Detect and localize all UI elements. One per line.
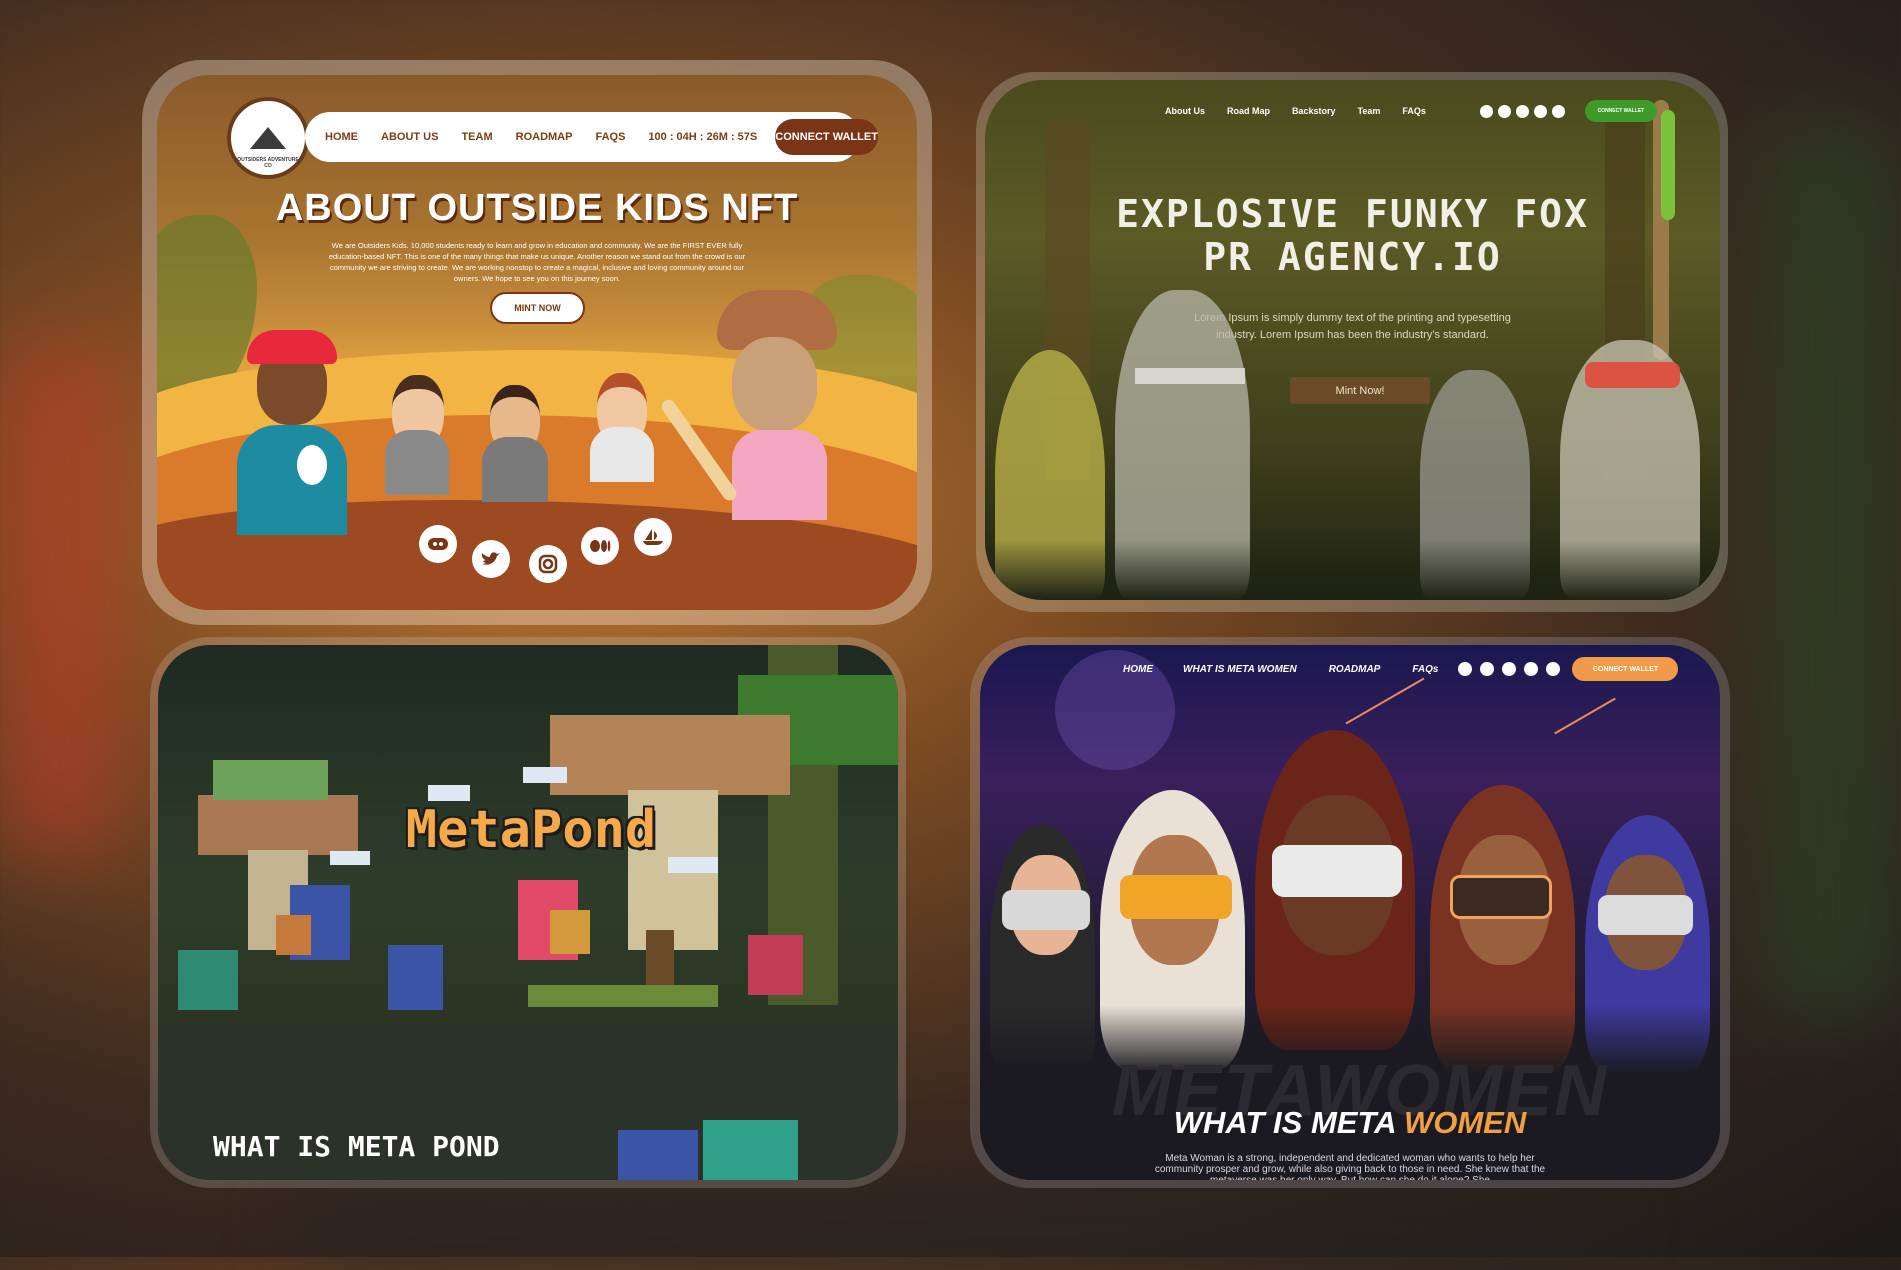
card4-heading: WHAT IS META WOMEN <box>980 1105 1720 1141</box>
card3-heading: WHAT IS META POND <box>213 1130 500 1163</box>
nav-about-us[interactable]: About Us <box>1165 106 1205 116</box>
card1-navbar: HOME ABOUT US TEAM ROADMAP FAQS 100 : 04… <box>305 112 878 162</box>
background-blur-right <box>1760 120 1901 1020</box>
nav-backstory[interactable]: Backstory <box>1292 106 1336 116</box>
vr-visor <box>1002 890 1090 930</box>
nav-faqs[interactable]: FAQs <box>1412 664 1438 675</box>
kid-character-cowgirl <box>732 337 817 432</box>
vr-visor <box>1272 845 1402 897</box>
nav-home[interactable]: HOME <box>325 131 358 143</box>
frog-character-green <box>178 950 238 1010</box>
logo-text: OUTSIDERS ADVENTURE CO <box>237 157 299 169</box>
vr-visor <box>1598 895 1693 935</box>
frog-shell <box>550 910 590 954</box>
twitter-icon[interactable] <box>1497 104 1511 118</box>
cloud <box>523 767 567 783</box>
card2-bottom-fade <box>985 540 1720 600</box>
discord-icon[interactable] <box>1458 662 1473 676</box>
frog-character-pink <box>748 935 803 995</box>
card2-navbar: About Us Road Map Backstory Team FAQs CO… <box>1165 96 1657 126</box>
nav-roadmap[interactable]: ROADMAP <box>516 131 573 143</box>
connect-wallet-button[interactable]: CONNECT WALLET <box>1584 100 1657 122</box>
vr-visor <box>1450 875 1552 919</box>
nav-about-us[interactable]: ABOUT US <box>381 131 438 143</box>
background-blur-bottom <box>300 1190 1600 1270</box>
frog-character-blue <box>618 1130 698 1180</box>
connect-wallet-button[interactable]: CONNECT WALLET <box>1572 657 1679 681</box>
medium-icon[interactable] <box>581 527 619 565</box>
meta-pond-preview: MetaPond WHAT IS META POND <box>158 645 898 1180</box>
explorer-character <box>646 930 674 985</box>
nav-faqs[interactable]: FAQS <box>595 131 625 143</box>
opensea-icon[interactable] <box>634 518 672 556</box>
kid-character-body <box>590 427 654 482</box>
nav-team[interactable]: Team <box>1358 106 1381 116</box>
bunny-toy <box>297 445 327 485</box>
kid-character-body <box>732 430 827 520</box>
card2-body: Lorem Ipsum is simply dummy text of the … <box>1194 312 1511 341</box>
frog-character-blue <box>388 945 443 1010</box>
goggles <box>1585 362 1680 388</box>
discord-icon[interactable] <box>1479 104 1493 118</box>
heading-part-2: WOMEN <box>1403 1105 1527 1140</box>
nav-what-is-meta-women[interactable]: WHAT IS META WOMEN <box>1183 664 1297 675</box>
mushroom-cap <box>550 715 790 795</box>
card1-body: We are Outsiders Kids. 10,000 students r… <box>328 241 746 283</box>
card1-title: ABOUT OUTSIDE KIDS NFT <box>275 187 799 229</box>
heading-part-1: WHAT IS META <box>1173 1105 1396 1140</box>
card2-title-line2: PR AGENCY.IO <box>1203 235 1502 279</box>
instagram-icon[interactable] <box>1502 662 1517 676</box>
frog-character-green <box>703 1120 798 1180</box>
countdown-timer: 100 : 04H : 26M : 57S <box>648 131 758 143</box>
frog-shell <box>276 915 311 955</box>
discord-icon[interactable] <box>419 525 457 563</box>
blindfold <box>1135 368 1245 384</box>
medium-icon[interactable] <box>1546 662 1561 676</box>
twitter-icon[interactable] <box>1480 662 1495 676</box>
metapond-logo: MetaPond <box>405 800 657 860</box>
outsiders-logo[interactable]: OUTSIDERS ADVENTURE CO <box>227 97 309 179</box>
nav-team[interactable]: TEAM <box>461 131 492 143</box>
kid-character-red-cap <box>247 330 337 430</box>
mushroom-cap <box>198 795 358 855</box>
shooting-star <box>1554 697 1616 735</box>
mint-now-button[interactable]: MINT NOW <box>490 292 585 324</box>
background-blur-left <box>0 340 120 860</box>
connect-wallet-button[interactable]: CONNECT WALLET <box>775 119 878 155</box>
boat <box>528 985 718 1007</box>
kid-character-body <box>482 437 548 502</box>
instagram-icon[interactable] <box>1515 104 1529 118</box>
kid-character-body <box>237 425 347 535</box>
nav-road-map[interactable]: Road Map <box>1227 106 1270 116</box>
twitter-icon[interactable] <box>472 540 510 578</box>
card2-title-line1: EXPLOSIVE FUNKY FOX <box>1116 192 1589 236</box>
mint-now-button[interactable]: Mint Now! <box>1290 377 1430 404</box>
nav-roadmap[interactable]: ROADMAP <box>1329 664 1381 675</box>
shooting-star <box>1345 677 1425 725</box>
nav-faqs[interactable]: FAQs <box>1402 106 1426 116</box>
meta-women-preview: HOME WHAT IS META WOMEN ROADMAP FAQs CON… <box>980 645 1720 1180</box>
opensea-icon[interactable] <box>1524 662 1539 676</box>
card4-body: Meta Woman is a strong, independent and … <box>1154 1153 1546 1180</box>
outside-kids-preview: OUTSIDERS ADVENTURE CO HOME ABOUT US TEA… <box>157 75 917 610</box>
kid-character-body <box>385 430 449 495</box>
instagram-icon[interactable] <box>529 545 567 583</box>
opensea-icon[interactable] <box>1533 104 1547 118</box>
nav-home[interactable]: HOME <box>1123 664 1153 675</box>
caterpillar <box>213 760 328 800</box>
mountain-icon <box>250 127 286 149</box>
vr-visor <box>1120 875 1232 919</box>
cloud <box>428 785 470 801</box>
card4-navbar: HOME WHAT IS META WOMEN ROADMAP FAQs CON… <box>1123 655 1679 683</box>
funky-fox-preview: About Us Road Map Backstory Team FAQs CO… <box>985 80 1720 600</box>
medium-icon[interactable] <box>1551 104 1565 118</box>
